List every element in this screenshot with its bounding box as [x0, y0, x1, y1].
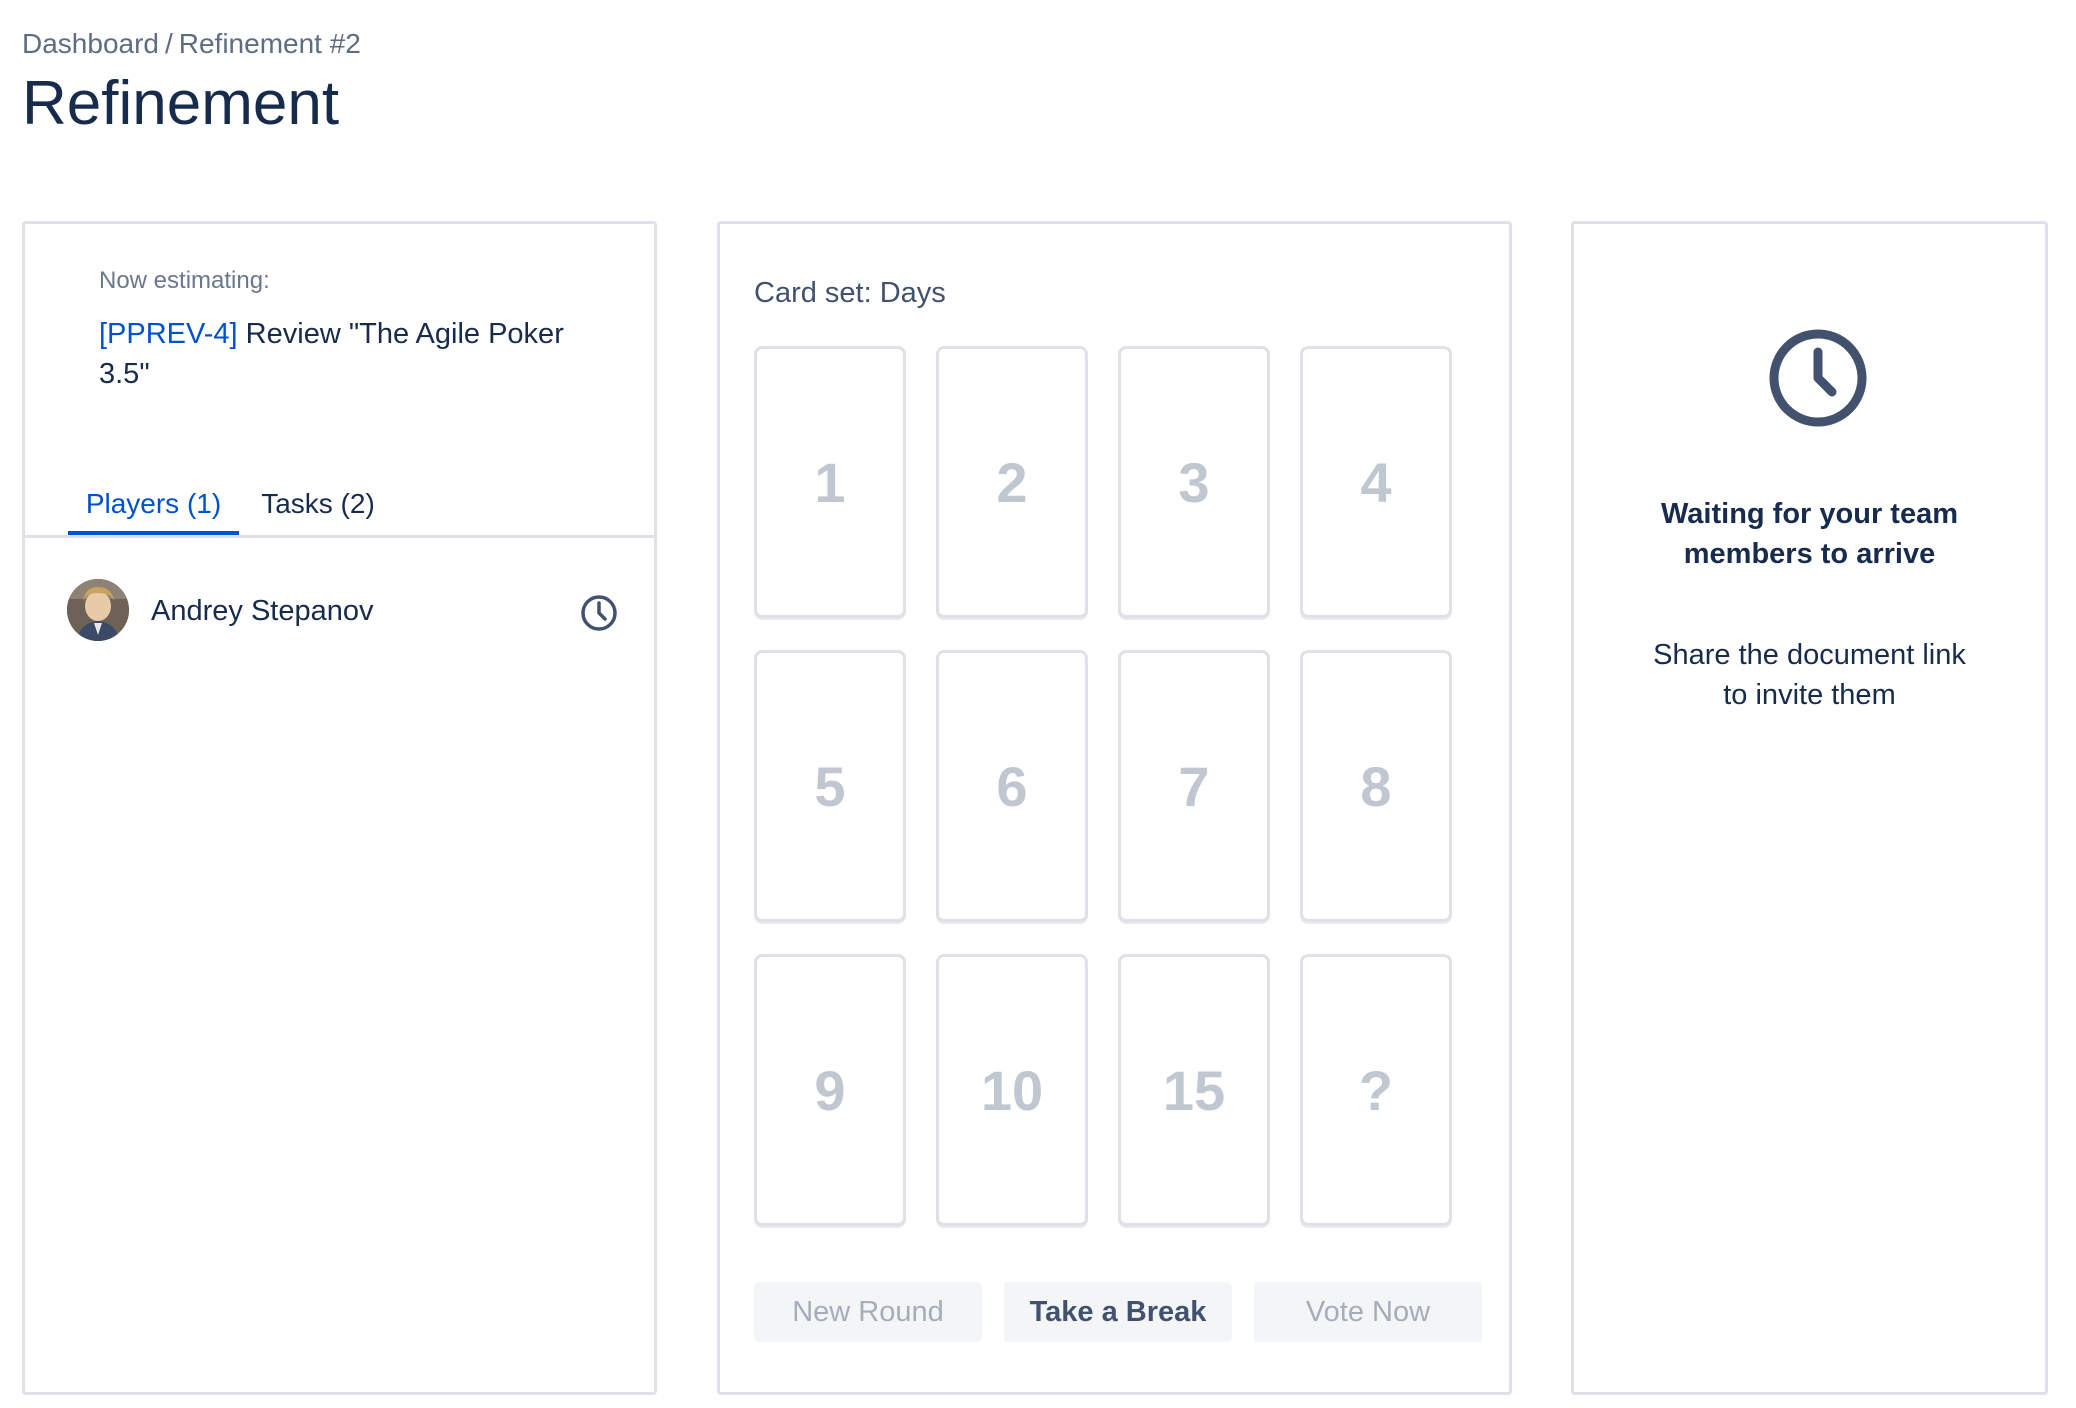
card-6[interactable]: 6 [936, 650, 1088, 922]
card-10[interactable]: 10 [936, 954, 1088, 1226]
current-issue: [PPREV-4] Review "The Agile Poker 3.5" [99, 314, 579, 394]
card-15[interactable]: 15 [1118, 954, 1270, 1226]
avatar [67, 579, 129, 641]
clock-icon [581, 595, 617, 631]
waiting-panel: Waiting for your team members to arrive … [1571, 221, 2048, 1395]
issue-key-link[interactable]: [PPREV-4] [99, 318, 238, 350]
breadcrumb-current: Refinement #2 [178, 28, 361, 59]
clock-icon [1769, 329, 1867, 427]
waiting-subtitle: Share the document link to invite them [1653, 639, 1966, 711]
card-5[interactable]: 5 [754, 650, 906, 922]
card-7[interactable]: 7 [1118, 650, 1270, 922]
vote-now-button[interactable]: Vote Now [1254, 1282, 1482, 1342]
card-3[interactable]: 3 [1118, 346, 1270, 618]
new-round-button[interactable]: New Round [754, 1282, 982, 1342]
card-panel: Card set: Days 1 2 3 4 5 6 7 8 9 10 15 ?… [717, 221, 1512, 1395]
breadcrumb: Dashboard / Refinement #2 [22, 28, 361, 60]
panel-tabs: Players (1) Tasks (2) [25, 479, 654, 538]
player-row: Andrey Stepanov [67, 579, 625, 643]
card-9[interactable]: 9 [754, 954, 906, 1226]
tab-players[interactable]: Players (1) [68, 479, 239, 535]
card-question[interactable]: ? [1300, 954, 1452, 1226]
player-name: Andrey Stepanov [151, 595, 374, 627]
page-title: Refinement [22, 69, 340, 138]
take-a-break-button[interactable]: Take a Break [1004, 1282, 1232, 1342]
breadcrumb-dashboard-link[interactable]: Dashboard [22, 28, 159, 59]
card-8[interactable]: 8 [1300, 650, 1452, 922]
card-2[interactable]: 2 [936, 346, 1088, 618]
card-set-label: Card set: Days [754, 277, 946, 309]
now-estimating-label: Now estimating: [99, 267, 270, 294]
waiting-title: Waiting for your team members to arrive [1661, 498, 1958, 570]
card-1[interactable]: 1 [754, 346, 906, 618]
players-panel: Now estimating: [PPREV-4] Review "The Ag… [22, 221, 657, 1395]
card-4[interactable]: 4 [1300, 346, 1452, 618]
breadcrumb-separator: / [164, 28, 173, 59]
tab-tasks[interactable]: Tasks (2) [257, 479, 379, 535]
